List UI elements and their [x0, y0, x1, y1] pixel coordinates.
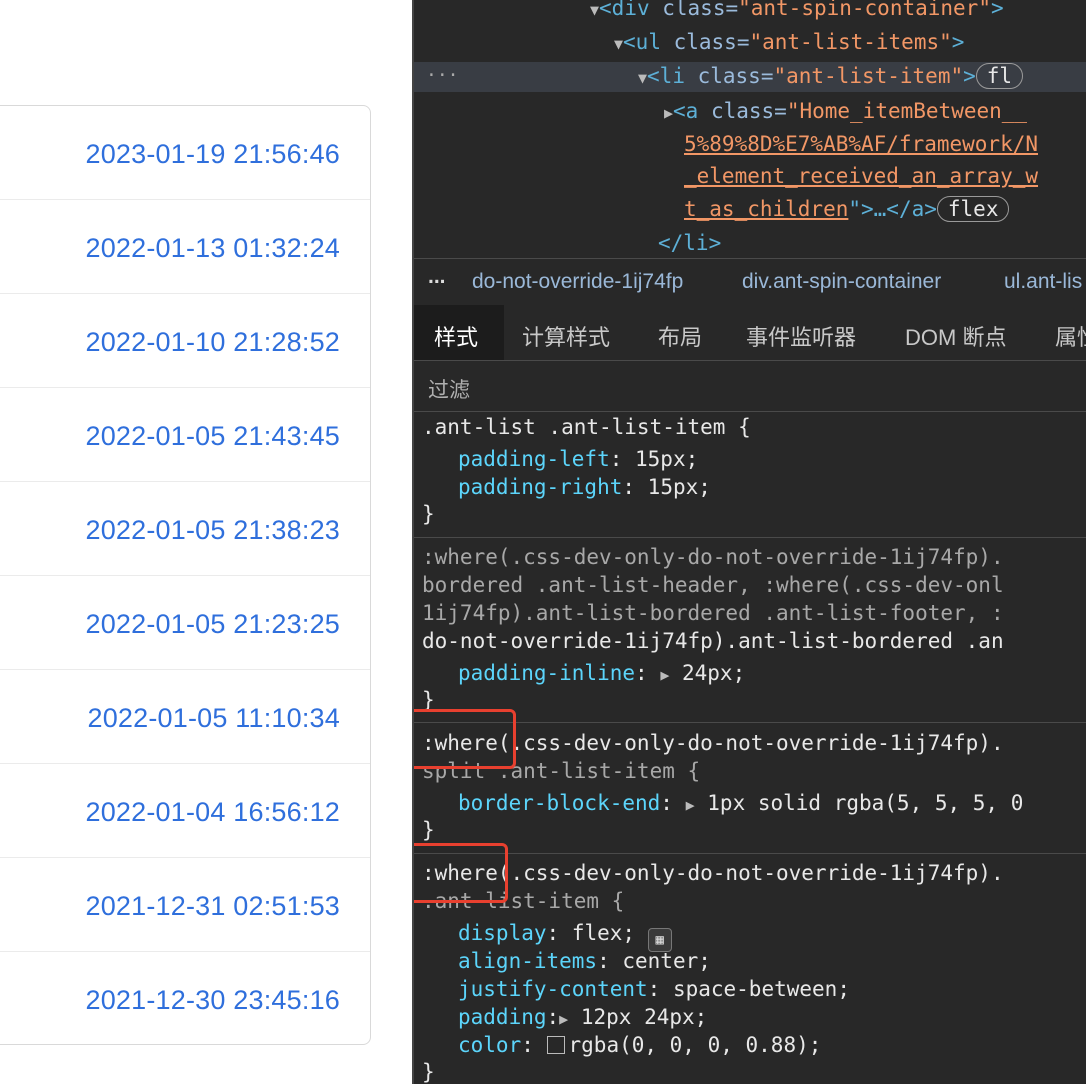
breadcrumb-more[interactable]: ...: [428, 265, 446, 289]
tab-properties[interactable]: 属性: [1055, 320, 1086, 352]
list-item: 2022-01-05 21:38:23: [0, 482, 370, 576]
rule-close: }: [422, 818, 435, 842]
flex-badge[interactable]: fl: [975, 63, 1024, 89]
dom-node-a[interactable]: ▶<a class="Home_itemBetween__: [664, 97, 1027, 127]
rule-selector[interactable]: :where(.css-dev-only-do-not-override-1ij…: [422, 859, 1004, 887]
page-panel: 2023-01-19 21:56:46 2022-01-13 01:32:24 …: [0, 0, 412, 1084]
expand-triangle-icon[interactable]: ▶: [559, 1010, 568, 1028]
timestamp-link[interactable]: 2022-01-05 21:23:25: [85, 609, 340, 640]
flex-badge[interactable]: flex: [936, 196, 1010, 222]
highlight-box: [412, 843, 508, 903]
list-item: 2023-01-19 21:56:46: [0, 106, 370, 200]
href-value[interactable]: _element_received_an_array_w: [684, 164, 1038, 188]
timestamp-link[interactable]: 2021-12-31 02:51:53: [85, 891, 340, 922]
filter-input[interactable]: 过滤: [412, 361, 1086, 412]
tab-event-listeners[interactable]: 事件监听器: [746, 320, 856, 352]
rule-close: }: [422, 502, 435, 526]
devtools-panel: ▼<div class="ant-spin-container"> ▼<ul c…: [412, 0, 1086, 1084]
timestamp-link[interactable]: 2022-01-04 16:56:12: [85, 797, 340, 828]
timestamp-link[interactable]: 2022-01-05 21:43:45: [85, 421, 340, 452]
list-item: 2022-01-05 21:43:45: [0, 388, 370, 482]
rule-selector[interactable]: 1ij74fp).ant-list-bordered .ant-list-foo…: [422, 599, 1004, 627]
timestamp-link[interactable]: 2022-01-10 21:28:52: [85, 327, 340, 358]
breadcrumb-item[interactable]: div.ant-spin-container: [742, 270, 941, 294]
timestamp-link[interactable]: 2022-01-05 11:10:34: [87, 703, 340, 734]
timestamp-link[interactable]: 2023-01-19 21:56:46: [85, 139, 340, 170]
timestamp-link[interactable]: 2022-01-13 01:32:24: [85, 233, 340, 264]
dom-node-li[interactable]: ▼<li class="ant-list-item"> fl: [638, 62, 1024, 92]
list-item: 2022-01-04 16:56:12: [0, 764, 370, 858]
href-value[interactable]: t_as_children: [684, 197, 848, 221]
list-item: 2022-01-05 21:23:25: [0, 576, 370, 670]
dom-node-div[interactable]: ▼<div class="ant-spin-container">: [590, 0, 1004, 24]
breadcrumb-item[interactable]: do-not-override-1ij74fp: [472, 270, 683, 294]
expand-triangle-icon[interactable]: ▼: [638, 69, 647, 87]
expand-triangle-icon[interactable]: ▼: [590, 1, 599, 19]
style-declaration[interactable]: padding-left: 15px;: [458, 445, 698, 473]
dom-node-li-close[interactable]: </li>: [658, 231, 721, 255]
style-declaration[interactable]: padding-right: 15px;: [458, 473, 711, 501]
expand-triangle-icon[interactable]: ▶: [686, 796, 695, 814]
expand-triangle-icon[interactable]: ▶: [660, 666, 669, 684]
breadcrumb: ... do-not-override-1ij74fp div.ant-spin…: [412, 259, 1086, 306]
rule-selector[interactable]: :where(.css-dev-only-do-not-override-1ij…: [422, 543, 1004, 571]
list-item: 2021-12-30 23:45:16: [0, 952, 370, 1044]
list-item: 2022-01-10 21:28:52: [0, 294, 370, 388]
sidebar-tabs: 样式 计算样式 布局 事件监听器 DOM 断点 属性: [412, 305, 1086, 361]
tab-layout[interactable]: 布局: [658, 320, 702, 352]
rule-selector[interactable]: .ant-list .ant-list-item {: [422, 413, 751, 441]
tab-styles[interactable]: 样式: [434, 320, 478, 352]
list-item: 2021-12-31 02:51:53: [0, 858, 370, 952]
tab-computed[interactable]: 计算样式: [522, 320, 610, 352]
style-declaration[interactable]: color: rgba(0, 0, 0, 0.88);: [458, 1031, 821, 1059]
href-value[interactable]: 5%89%8D%E7%AB%AF/framework/N: [684, 132, 1038, 156]
timestamp-link[interactable]: 2021-12-30 23:45:16: [85, 985, 340, 1016]
tab-dom-breakpoints[interactable]: DOM 断点: [905, 320, 1006, 352]
style-declaration[interactable]: align-items: center;: [458, 947, 711, 975]
rule-selector[interactable]: bordered .ant-list-header, :where(.css-d…: [422, 571, 1004, 599]
breadcrumb-item[interactable]: ul.ant-lis: [1004, 270, 1082, 294]
style-declaration[interactable]: border-block-end: ▶ 1px solid rgba(5, 5,…: [458, 789, 1023, 819]
highlight-box: [412, 709, 516, 769]
expand-triangle-icon[interactable]: ▼: [614, 35, 623, 53]
timestamp-list: 2023-01-19 21:56:46 2022-01-13 01:32:24 …: [0, 105, 371, 1045]
dom-node-ul[interactable]: ▼<ul class="ant-list-items">: [614, 28, 964, 58]
list-item: 2022-01-13 01:32:24: [0, 200, 370, 294]
node-actions-ellipsis[interactable]: ···: [426, 62, 459, 90]
list-item: 2022-01-05 11:10:34: [0, 670, 370, 764]
collapse-triangle-icon[interactable]: ▶: [664, 104, 673, 122]
timestamp-link[interactable]: 2022-01-05 21:38:23: [85, 515, 340, 546]
style-declaration[interactable]: justify-content: space-between;: [458, 975, 850, 1003]
color-swatch-icon[interactable]: [546, 1036, 565, 1054]
style-declaration[interactable]: padding:▶ 12px 24px;: [458, 1003, 707, 1033]
rule-selector[interactable]: do-not-override-1ij74fp).ant-list-border…: [422, 627, 1004, 655]
filter-placeholder: 过滤: [428, 379, 470, 402]
rule-close: }: [422, 1060, 435, 1084]
style-declaration[interactable]: padding-inline: ▶ 24px;: [458, 659, 745, 689]
